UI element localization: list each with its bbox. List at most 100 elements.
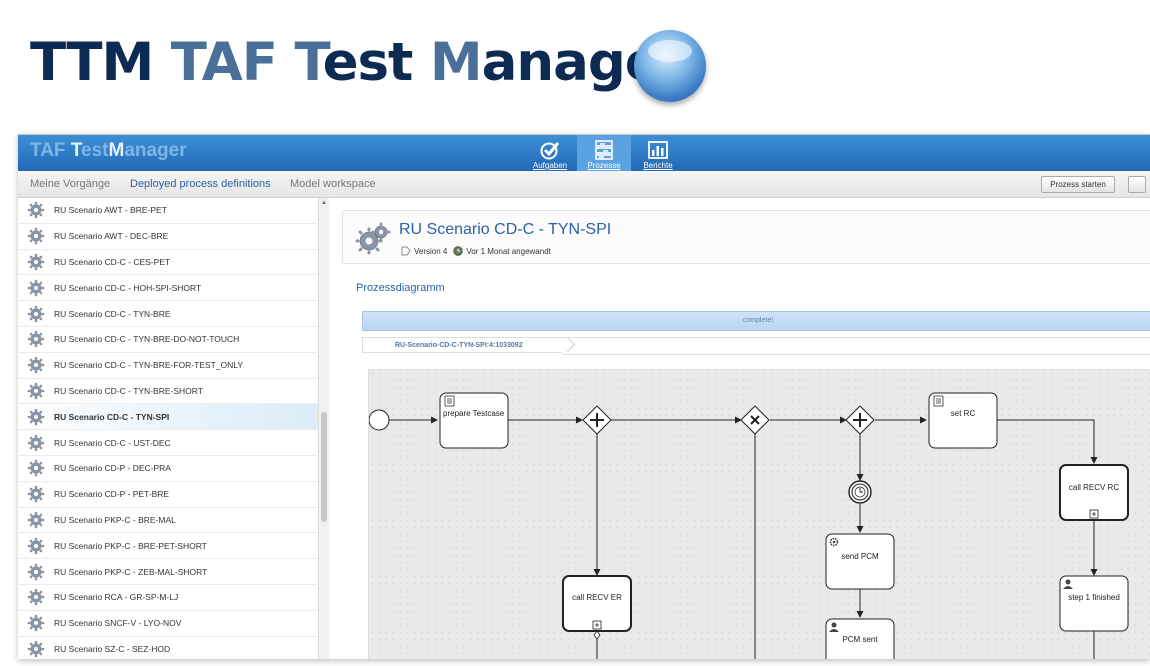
tab-model-workspace[interactable]: Model workspace: [290, 178, 376, 190]
banner-title-part: TTM: [30, 32, 171, 93]
process-list-item[interactable]: RU Scenario SNCF-V - LYO-NOV: [18, 611, 318, 637]
task-label: step 1 finished: [1068, 593, 1120, 602]
task-call-recv-er[interactable]: call RECV ER: [562, 575, 632, 640]
process-list-item-label: RU Scenario AWT - DEC-BRE: [54, 231, 169, 242]
process-list: RU Scenario AWT - BRE-PET RU Scenario AWT…: [18, 198, 319, 659]
main-panel: RU Scenario CD-C - TYN-SPI Version 4 Vor…: [330, 198, 1150, 659]
tab-deployed-process-definitions[interactable]: Deployed process definitions: [130, 178, 271, 190]
nav-label: Aufgaben: [532, 161, 568, 170]
process-list-item-label: RU Scenario CD-P - PET-BRE: [54, 489, 170, 500]
gear-icon: [27, 331, 45, 348]
parallel-gateway[interactable]: [845, 405, 875, 435]
task-prepare-testcase[interactable]: prepare Testcase: [439, 392, 509, 449]
process-list-item-label: RU Scenario CD-C - TYN-BRE-SHORT: [54, 385, 203, 396]
task-label: call RECV RC: [1069, 483, 1119, 492]
compensation-marker-icon: [593, 630, 601, 640]
process-list-item[interactable]: RU Scenario CD-C - HOH-SPI-SHORT: [18, 275, 318, 302]
gear-icon: [27, 253, 45, 271]
process-meta: Version 4 Vor 1 Monat angewandt: [399, 246, 551, 256]
scroll-up-icon[interactable]: ▲: [321, 200, 327, 206]
more-button[interactable]: [1128, 176, 1146, 193]
process-list-item-label: RU Scenario AWT - BRE-PET: [54, 205, 167, 216]
process-list-item-label: RU Scenario CD-P - DEC-PRA: [54, 463, 171, 474]
banner-title-part: TAF: [170, 32, 295, 93]
process-list-item[interactable]: RU Scenario CD-C - TYN-BRE-SHORT: [18, 379, 318, 405]
checkmark-icon: [540, 142, 560, 160]
process-list-item[interactable]: RU Scenario CD-P - PET-BRE: [18, 482, 318, 508]
breadcrumb-track: [562, 337, 1150, 355]
process-list-item[interactable]: RU Scenario CD-C - TYN-BRE: [18, 301, 318, 327]
task-label: set RC: [951, 409, 976, 418]
status-bar: complete!: [362, 311, 1150, 331]
brand-part: anager: [124, 140, 187, 161]
exclusive-gateway[interactable]: [740, 405, 770, 435]
task-send-pcm[interactable]: send PCM: [825, 533, 895, 590]
version-label: Version 4: [414, 246, 448, 256]
process-list-item-label: RU Scenario SNCF-V - LYO-NOV: [54, 618, 182, 629]
gear-icon: [27, 563, 45, 580]
gear-icon: [27, 202, 45, 219]
scrollbar-thumb[interactable]: [321, 412, 327, 522]
tab-meine-vorgaenge[interactable]: Meine Vorgänge: [30, 178, 110, 190]
task-label: PCM sent: [842, 635, 878, 644]
script-task-icon: [444, 395, 455, 407]
process-list-item-label: RU Scenario CD-C - TYN-BRE: [54, 308, 171, 319]
process-list-item-label: RU Scenario CD-C - HOH-SPI-SHORT: [54, 282, 202, 293]
process-list-item[interactable]: RU Scenario SZ-C - SEZ-HOD: [18, 637, 318, 659]
process-list-item[interactable]: RU Scenario PKP-C - BRE-MAL: [18, 508, 318, 534]
process-list-item[interactable]: RU Scenario CD-P - DEC-PRA: [18, 456, 318, 482]
gear-icon: [27, 614, 45, 632]
start-event[interactable]: [368, 409, 390, 431]
logo-sphere-icon: [634, 30, 706, 102]
start-process-button[interactable]: Prozess starten: [1041, 176, 1115, 193]
bpmn-diagram: prepare Testcase set RC call RECV RC ste…: [368, 392, 1129, 659]
process-list-item[interactable]: RU Scenario AWT - BRE-PET: [18, 198, 318, 224]
process-list-item[interactable]: RU Scenario PKP-C - ZEB-MAL-SHORT: [18, 559, 318, 585]
task-set-rc[interactable]: set RC: [928, 392, 998, 449]
process-list-item-label: RU Scenario PKP-C - BRE-MAL: [54, 514, 176, 525]
sidebar-scrollbar[interactable]: ▲: [318, 198, 329, 659]
gear-icon: [27, 279, 45, 297]
process-list-item[interactable]: RU Scenario AWT - DEC-BRE: [18, 224, 318, 250]
process-list-item[interactable]: RU Scenario CD-C - UST-DEC: [18, 430, 318, 456]
main-nav: Aufgaben Prozesse Berichte: [523, 135, 685, 171]
task-step-1-finished[interactable]: step 1 finished: [1059, 575, 1129, 632]
process-diagram[interactable]: prepare Testcase set RC call RECV RC ste…: [368, 369, 1150, 659]
process-list-item-label: RU Scenario PKP-C - BRE-PET-SHORT: [54, 540, 207, 551]
top-bar: TAF TestManager Aufgaben Prozesse Berich…: [18, 135, 1150, 171]
process-list-item[interactable]: RU Scenario RCA - GR-SP-M-LJ: [18, 585, 318, 611]
task-label: send PCM: [841, 552, 879, 561]
process-list-item[interactable]: RU Scenario PKP-C - BRE-PET-SHORT: [18, 533, 318, 560]
process-list-item-label: RU Scenario CD-C - UST-DEC: [54, 437, 171, 448]
tab-bar: Meine Vorgänge Deployed process definiti…: [18, 171, 1150, 198]
version-tag-icon: [401, 246, 411, 256]
task-pcm-sent[interactable]: PCM sent: [825, 618, 895, 659]
process-list-item-label: RU Scenario SZ-C - SEZ-HOD: [54, 643, 171, 654]
parallel-gateway[interactable]: [582, 405, 612, 435]
app-window: TAF TestManager Aufgaben Prozesse Berich…: [18, 134, 1150, 659]
nav-berichte[interactable]: Berichte: [631, 135, 685, 171]
process-icon: [595, 140, 613, 160]
process-list-item[interactable]: RU Scenario CD-C - TYN-BRE-FOR-TEST_ONLY: [18, 353, 318, 379]
timer-event[interactable]: [848, 480, 872, 504]
process-list-item[interactable]: RU Scenario CD-C - TYN-BRE-DO-NOT-TOUCH: [18, 327, 318, 353]
process-list-item-label: RU Scenario CD-C - CES-PET: [54, 256, 171, 267]
process-list-item[interactable]: RU Scenario CD-C - TYN-SPI: [18, 404, 318, 431]
nav-aufgaben[interactable]: Aufgaben: [523, 135, 577, 171]
process-list-item-label: RU Scenario CD-C - TYN-SPI: [54, 411, 170, 422]
app-brand: TAF TestManager: [30, 140, 187, 162]
instance-breadcrumb[interactable]: RU-Scenario-CD-C-TYN-SPI:4:1033092: [362, 337, 562, 353]
task-call-recv-rc[interactable]: call RECV RC: [1059, 464, 1129, 521]
gear-icon: [27, 485, 45, 503]
deployed-label: Vor 1 Monat angewandt: [466, 246, 551, 256]
gear-icon: [27, 460, 45, 477]
script-task-icon: [933, 395, 944, 407]
gear-icon: [27, 356, 45, 374]
process-list-item[interactable]: RU Scenario CD-C - CES-PET: [18, 250, 318, 276]
nav-prozesse[interactable]: Prozesse: [577, 135, 631, 171]
gear-icon: [27, 408, 45, 426]
task-label: prepare Testcase: [443, 409, 505, 418]
banner-title-part: T: [294, 32, 323, 93]
process-list-item-label: RU Scenario RCA - GR-SP-M-LJ: [54, 592, 179, 603]
nav-label: Prozesse: [587, 161, 621, 170]
